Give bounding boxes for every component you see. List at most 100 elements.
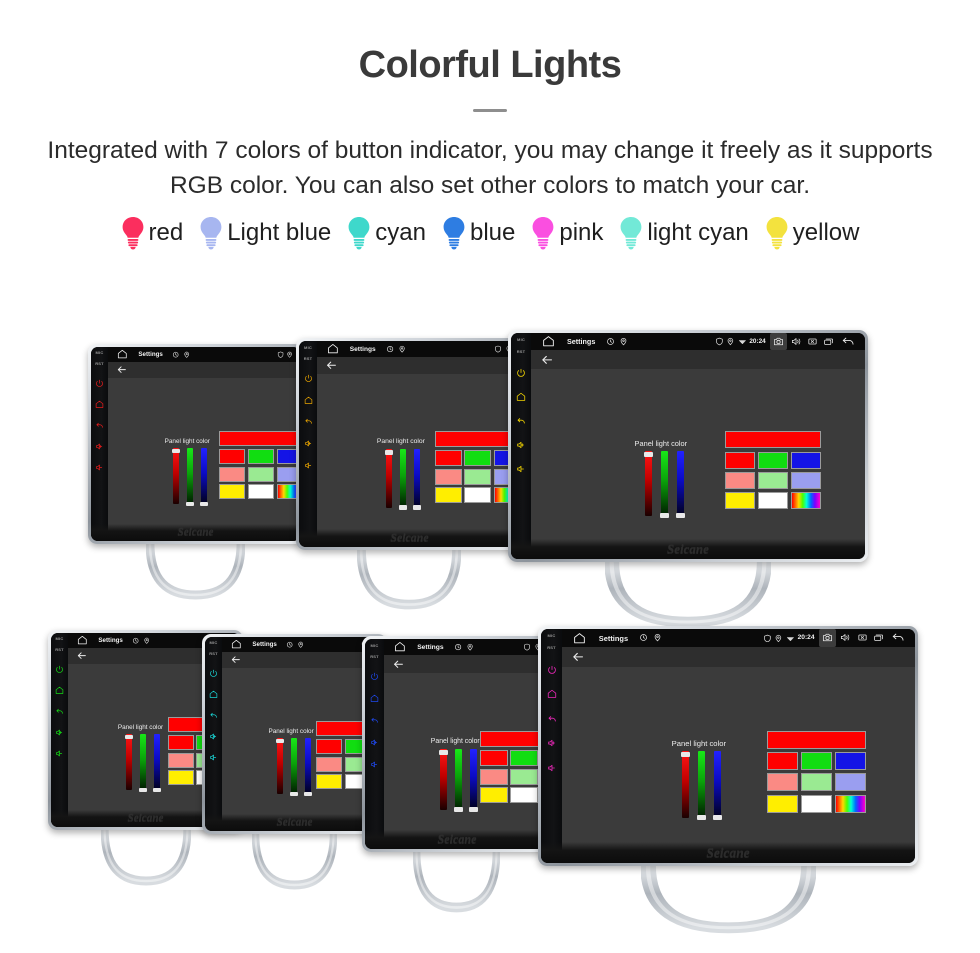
power-icon[interactable] xyxy=(547,665,557,675)
green-slider[interactable] xyxy=(454,749,464,813)
red-slider-knob[interactable] xyxy=(276,739,285,744)
back-icon[interactable] xyxy=(516,416,526,426)
location-pin-icon[interactable] xyxy=(398,345,406,353)
bezel-button-volume-up[interactable] xyxy=(370,738,379,747)
home-icon[interactable] xyxy=(327,343,339,355)
color-swatch[interactable] xyxy=(479,768,508,785)
color-swatch[interactable] xyxy=(800,752,832,771)
power-icon[interactable] xyxy=(516,368,526,378)
color-swatch[interactable] xyxy=(757,491,788,509)
bezel-button-power[interactable] xyxy=(516,368,526,378)
home-icon[interactable] xyxy=(547,689,557,699)
red-slider-knob[interactable] xyxy=(172,449,181,454)
clock-icon[interactable] xyxy=(286,641,293,648)
recents-button[interactable] xyxy=(823,336,834,347)
volume-up-icon[interactable] xyxy=(304,439,313,448)
color-swatch[interactable] xyxy=(464,487,492,504)
bezel-button-volume-down[interactable] xyxy=(95,463,104,472)
volume-button[interactable] xyxy=(791,336,802,347)
arrow-left-icon[interactable] xyxy=(540,353,554,367)
color-swatch[interactable] xyxy=(800,773,832,792)
clock-icon[interactable] xyxy=(454,643,462,651)
statusbar-home-icon[interactable] xyxy=(542,335,555,348)
bezel-button-home[interactable] xyxy=(547,689,557,699)
bezel-button-home[interactable] xyxy=(55,686,64,695)
unit-orange[interactable]: MIC RST Settings Panel light color Seicane xyxy=(296,338,523,550)
recent-apps-icon[interactable] xyxy=(873,632,884,643)
volume-button[interactable] xyxy=(840,632,851,643)
location-pin-icon[interactable] xyxy=(726,337,735,346)
green-slider-knob[interactable] xyxy=(290,791,299,796)
power-icon[interactable] xyxy=(304,374,313,383)
back-button[interactable] xyxy=(891,631,905,645)
bezel-button-back[interactable] xyxy=(209,711,218,720)
color-swatch[interactable] xyxy=(167,735,194,751)
recent-apps-icon[interactable] xyxy=(823,336,834,347)
green-slider-knob[interactable] xyxy=(659,513,669,518)
color-swatch[interactable] xyxy=(766,752,798,771)
bezel-button-power[interactable] xyxy=(547,665,557,675)
shield-icon[interactable] xyxy=(715,337,724,346)
blue-slider[interactable] xyxy=(675,451,685,518)
volume-down-icon[interactable] xyxy=(95,463,104,472)
bezel-button-volume-up[interactable] xyxy=(516,440,526,450)
action-back-icon[interactable] xyxy=(76,650,87,661)
clock-icon[interactable] xyxy=(386,345,394,353)
green-slider[interactable] xyxy=(186,448,195,506)
color-swatch[interactable] xyxy=(790,451,821,469)
bezel-button-volume-down[interactable] xyxy=(304,461,313,470)
unit-yellow[interactable]: MIC RST Settings 20:24 Panel light color Seic… xyxy=(508,330,868,562)
bezel-button-back[interactable] xyxy=(95,421,104,430)
volume-down-icon[interactable] xyxy=(516,464,526,474)
color-swatch[interactable] xyxy=(800,794,832,813)
camera-button[interactable] xyxy=(818,629,836,647)
home-icon[interactable] xyxy=(209,690,218,699)
color-swatch[interactable] xyxy=(724,491,755,509)
arrow-left-icon[interactable] xyxy=(76,650,87,661)
bezel-button-back[interactable] xyxy=(516,416,526,426)
color-swatch[interactable] xyxy=(790,471,821,489)
home-icon[interactable] xyxy=(231,639,242,650)
red-slider-knob[interactable] xyxy=(385,449,394,455)
bezel-button-back[interactable] xyxy=(304,417,313,426)
shield-icon[interactable] xyxy=(763,634,772,643)
location-pin-icon[interactable] xyxy=(774,634,783,643)
unit-blue[interactable]: MIC RST Settings Panel light color Seicane xyxy=(362,636,552,852)
arrow-left-icon[interactable] xyxy=(116,364,127,375)
red-slider-knob[interactable] xyxy=(439,750,449,756)
color-swatch[interactable] xyxy=(434,487,462,504)
volume-up-icon[interactable] xyxy=(95,442,104,451)
color-swatch[interactable] xyxy=(510,787,539,804)
color-swatch[interactable] xyxy=(219,449,246,465)
location-pin-icon[interactable] xyxy=(466,643,474,651)
action-back-icon[interactable] xyxy=(392,658,405,671)
green-slider-knob[interactable] xyxy=(139,787,148,792)
blue-slider-knob[interactable] xyxy=(413,504,422,510)
blue-slider-knob[interactable] xyxy=(675,513,685,518)
clock-icon[interactable] xyxy=(132,637,139,644)
recents-button[interactable] xyxy=(873,632,884,643)
rgb-sliders[interactable] xyxy=(125,734,162,792)
clock-icon[interactable] xyxy=(606,337,615,346)
color-swatch[interactable] xyxy=(315,739,342,755)
statusbar-home-icon[interactable] xyxy=(573,632,586,645)
red-slider[interactable] xyxy=(276,738,285,795)
power-icon[interactable] xyxy=(370,672,379,681)
blue-slider[interactable] xyxy=(304,738,313,796)
back-icon[interactable] xyxy=(370,716,379,725)
green-slider[interactable] xyxy=(659,451,669,518)
home-icon[interactable] xyxy=(542,335,555,348)
bezel-button-volume-down[interactable] xyxy=(370,760,379,769)
bezel-button-power[interactable] xyxy=(304,374,313,383)
green-slider[interactable] xyxy=(139,734,148,792)
color-swatch[interactable] xyxy=(247,484,274,500)
x-box-icon[interactable] xyxy=(857,632,868,643)
home-icon[interactable] xyxy=(77,635,88,646)
bezel-button-home[interactable] xyxy=(304,396,313,405)
camera-button[interactable] xyxy=(769,333,787,351)
bezel-button-volume-down[interactable] xyxy=(547,763,557,773)
back-arrow-icon[interactable] xyxy=(841,335,855,349)
arrow-left-icon[interactable] xyxy=(230,654,241,665)
volume-down-icon[interactable] xyxy=(55,749,64,758)
color-swatch[interactable] xyxy=(510,768,539,785)
